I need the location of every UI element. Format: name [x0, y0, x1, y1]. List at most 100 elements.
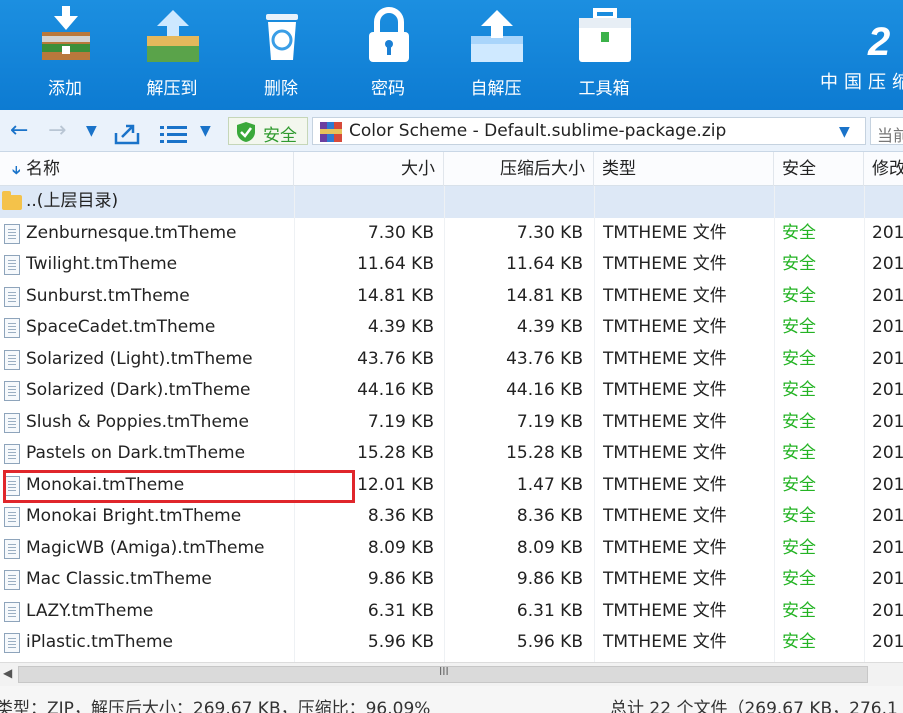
- file-modified-date: 201: [872, 222, 903, 243]
- scrollbar-grip: III: [439, 665, 449, 678]
- file-row[interactable]: Solarized (Dark).tmTheme 44.16 KB 44.16 KB…: [0, 375, 903, 407]
- file-modified-date: 201: [872, 380, 903, 400]
- file-type: TMTHEME 文件: [603, 380, 727, 400]
- delete-button[interactable]: 删除: [236, 0, 326, 110]
- file-document-icon: [4, 412, 20, 433]
- file-size: 5.96 KB: [367, 632, 434, 652]
- toolbox-button-label: 工具箱: [578, 79, 630, 99]
- forward-arrow-icon[interactable]: →: [48, 118, 66, 144]
- archive-path-text: Color Scheme - Default.sublime-package.z…: [349, 121, 727, 141]
- file-modified-date: 201: [872, 254, 903, 274]
- file-name: Solarized (Dark).tmTheme: [26, 380, 251, 400]
- file-type: TMTHEME 文件: [603, 348, 727, 369]
- address-bar: ← → ▼ ▼ 安全 Color Scheme - Default.sublim…: [0, 110, 903, 152]
- file-document-icon: [4, 318, 20, 338]
- back-arrow-icon[interactable]: ←: [10, 118, 28, 144]
- view-list-icon[interactable]: [160, 122, 188, 148]
- sort-arrow-icon: 🡳: [12, 163, 21, 177]
- file-size: 8.36 KB: [367, 506, 434, 526]
- parent-directory-row[interactable]: ..(上层目录): [0, 186, 903, 218]
- column-type[interactable]: 类型: [594, 152, 774, 186]
- recycle-bin-icon: [266, 14, 298, 60]
- file-document-icon: [4, 381, 20, 401]
- view-dropdown-icon[interactable]: ▼: [200, 118, 211, 144]
- file-name: Zenburnesque.tmTheme: [26, 222, 237, 243]
- toolbox-icon: [579, 8, 631, 62]
- status-bar: 类型：ZIP，解压后大小：269.67 KB，压缩比：96.09% 总计 22 …: [0, 686, 903, 713]
- file-compressed-size: 7.19 KB: [516, 411, 583, 432]
- password-button[interactable]: 密码: [343, 0, 433, 110]
- file-type: TMTHEME 文件: [603, 443, 727, 463]
- parent-directory-label: ..(上层目录): [26, 191, 119, 211]
- brand-logo-mark: 2: [868, 20, 891, 64]
- file-type: TMTHEME 文件: [603, 537, 727, 558]
- file-document-icon: [4, 349, 20, 370]
- brand-logo-text: 中国压缩: [820, 72, 903, 93]
- archive-path-field[interactable]: Color Scheme - Default.sublime-package.z…: [312, 117, 866, 145]
- column-modified[interactable]: 修改: [864, 152, 903, 186]
- self-extract-button[interactable]: 自解压: [451, 0, 541, 110]
- file-document-icon: [4, 255, 20, 275]
- path-dropdown-icon[interactable]: ▼: [839, 124, 850, 140]
- file-name: Pastels on Dark.tmTheme: [26, 443, 246, 463]
- horizontal-scrollbar[interactable]: ◀ III: [0, 662, 903, 686]
- add-button[interactable]: 添加: [20, 0, 110, 110]
- file-name: SpaceCadet.tmTheme: [26, 317, 216, 337]
- column-security[interactable]: 安全: [774, 152, 864, 186]
- file-modified-date: 201: [872, 569, 903, 589]
- file-row[interactable]: SpaceCadet.tmTheme 4.39 KB 4.39 KB TMTHEME …: [0, 312, 903, 344]
- file-row[interactable]: iPlastic.tmTheme 5.96 KB 5.96 KB TMTHEME 文件…: [0, 627, 903, 659]
- lock-icon: [369, 7, 409, 62]
- file-size: 43.76 KB: [357, 348, 434, 369]
- column-name-label: 名称: [26, 159, 61, 179]
- file-security-status: 安全: [782, 443, 816, 463]
- extract-to-button[interactable]: 解压到: [127, 0, 217, 110]
- file-row[interactable]: Pastels on Dark.tmTheme 15.28 KB 15.28 KB T…: [0, 438, 903, 470]
- column-size[interactable]: 大小: [294, 152, 444, 186]
- toolbox-button[interactable]: 工具箱: [559, 0, 649, 110]
- file-size: 4.39 KB: [367, 317, 434, 337]
- column-type-label: 类型: [602, 159, 636, 179]
- security-status[interactable]: 安全: [228, 117, 308, 146]
- file-row[interactable]: Monokai Bright.tmTheme 8.36 KB 8.36 KB TMTH…: [0, 501, 903, 533]
- search-current-field[interactable]: 当前: [870, 117, 903, 145]
- file-row[interactable]: Sunburst.tmTheme 14.81 KB 14.81 KB TMTHEME …: [0, 281, 903, 313]
- file-document-icon: [4, 286, 20, 307]
- file-security-status: 安全: [782, 569, 816, 589]
- file-modified-date: 201: [872, 632, 903, 652]
- file-security-status: 安全: [782, 254, 816, 274]
- file-row[interactable]: LAZY.tmTheme 6.31 KB 6.31 KB TMTHEME 文件 安全 20…: [0, 596, 903, 628]
- add-archive-icon: [42, 6, 90, 60]
- file-modified-date: 201: [872, 348, 903, 369]
- column-compressed-size[interactable]: 压缩后大小: [444, 152, 594, 186]
- scroll-left-arrow-icon[interactable]: ◀: [3, 666, 12, 680]
- history-dropdown-icon[interactable]: ▼: [86, 118, 97, 144]
- delete-button-label: 删除: [264, 79, 298, 99]
- search-current-placeholder: 当前: [877, 126, 903, 145]
- file-size: 11.64 KB: [357, 254, 434, 274]
- status-total-info: 总计 22 个文件（269.67 KB，276.1: [610, 699, 898, 713]
- file-security-status: 安全: [782, 506, 816, 526]
- file-row[interactable]: Slush & Poppies.tmTheme 7.19 KB 7.19 KB TMT…: [0, 407, 903, 439]
- file-size: 7.30 KB: [367, 222, 434, 243]
- file-name: Monokai Bright.tmTheme: [26, 506, 242, 526]
- file-row[interactable]: Mac Classic.tmTheme 9.86 KB 9.86 KB TMTHEME…: [0, 564, 903, 596]
- file-compressed-size: 44.16 KB: [506, 380, 583, 400]
- file-name: iPlastic.tmTheme: [26, 632, 173, 652]
- up-folder-icon[interactable]: [114, 120, 142, 146]
- column-compressed-size-label: 压缩后大小: [500, 159, 585, 179]
- file-document-icon: [4, 223, 20, 244]
- scrollbar-thumb[interactable]: III: [18, 665, 868, 683]
- file-name: MagicWB (Amiga).tmTheme: [26, 537, 265, 558]
- file-row[interactable]: MagicWB (Amiga).tmTheme 8.09 KB 8.09 KB TMT…: [0, 533, 903, 565]
- column-header: 🡳 名称 大小 压缩后大小 类型 安全 修改: [0, 152, 903, 186]
- file-document-icon: [4, 538, 20, 559]
- file-type: TMTHEME 文件: [603, 317, 727, 337]
- file-row[interactable]: Zenburnesque.tmTheme 7.30 KB 7.30 KB TMTHEM…: [0, 218, 903, 250]
- file-size: 8.09 KB: [367, 537, 434, 558]
- file-row[interactable]: Monokai.tmTheme 12.01 KB 1.47 KB TMTHEME 文件…: [0, 470, 903, 502]
- file-modified-date: 201: [872, 317, 903, 337]
- file-row[interactable]: Solarized (Light).tmTheme 43.76 KB 43.76 K…: [0, 344, 903, 376]
- file-row[interactable]: Twilight.tmTheme 11.64 KB 11.64 KB TMTHEME …: [0, 249, 903, 281]
- column-name[interactable]: 🡳 名称: [0, 152, 294, 186]
